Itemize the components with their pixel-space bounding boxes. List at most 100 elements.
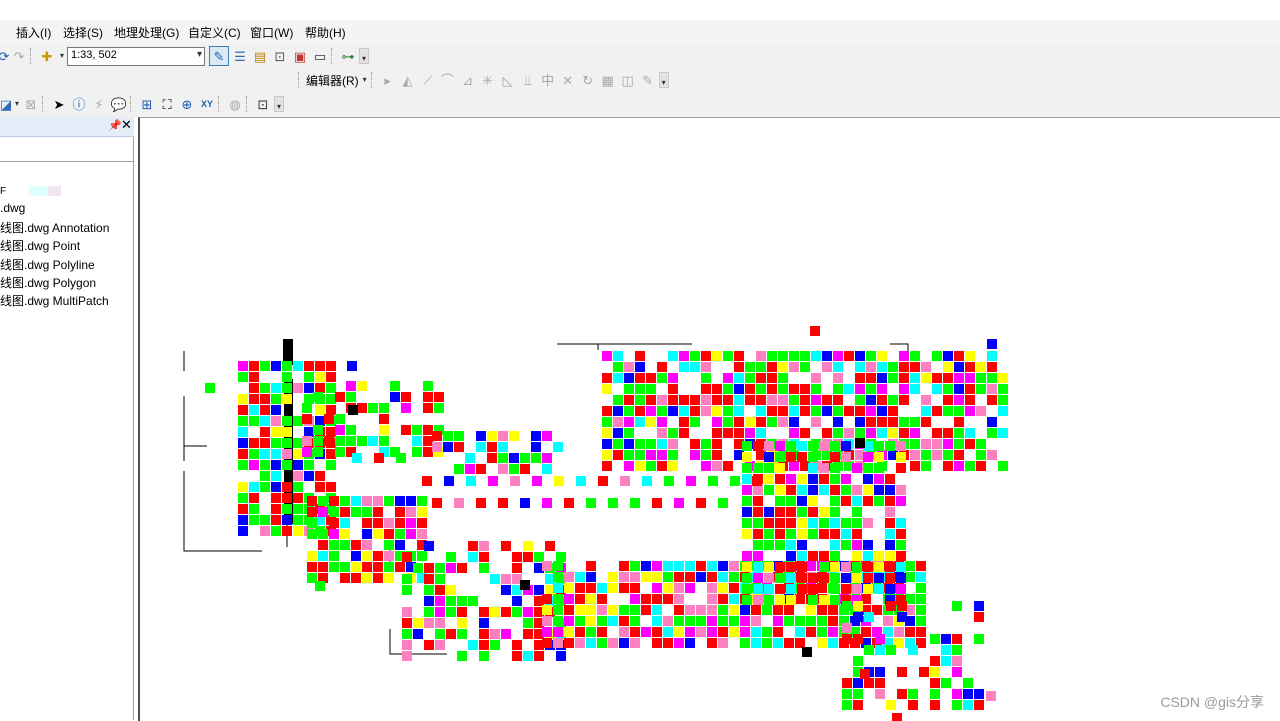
model-builder-icon[interactable]: ⊶ [339,47,357,65]
menu-insert[interactable]: 插入(I) [16,24,51,41]
dwg-polygon-cell [841,529,851,539]
toc-layer-item[interactable]: F [0,183,62,197]
go-to-xy-icon[interactable]: XY [198,95,216,113]
create-features-icon[interactable]: ✎ [639,71,657,89]
catalog-icon[interactable]: ▤ [251,47,269,65]
straight-segment-icon[interactable]: ⟋ [419,71,437,89]
edit-annotation-icon[interactable]: ◭ [399,71,417,89]
dwg-polygon-cell [302,403,312,413]
find-route-icon[interactable]: ⊕ [178,95,196,113]
menu-customize[interactable]: 自定义(C) [188,24,241,41]
toolbar-overflow-icon[interactable]: ▾ [658,72,669,88]
magnifier-icon[interactable]: ⊡ [254,95,272,113]
toc-layer-item[interactable]: 线图.dwg MultiPatch [0,292,109,309]
editor-toolbar-icon[interactable]: ✎ [209,46,229,66]
editor-menu[interactable]: 编辑器(R) [306,72,359,89]
select-elements-icon[interactable]: ➤ [50,95,68,113]
dwg-polygon-cell [852,518,862,528]
trace-icon[interactable]: ⊿ [459,71,477,89]
menu-window[interactable]: 窗口(W) [250,24,293,41]
toc-layer-item[interactable]: 线图.dwg Polygon [0,274,96,291]
dwg-polygon-cell [313,392,323,402]
map-display[interactable] [138,117,1280,721]
html-popup-icon[interactable]: 💬 [110,95,128,113]
toc-layer-item[interactable]: 线图.dwg Point [0,237,80,254]
dwg-polygon-cell [652,498,662,508]
toolbar-overflow-icon[interactable]: ▾ [359,48,369,64]
chevron-down-icon[interactable]: ▾ [361,71,369,89]
dwg-polygon-cell [729,583,739,593]
dwg-polygon-cell [329,496,339,506]
toc-layer-item[interactable]: 线图.dwg Annotation [0,219,109,236]
toolbar-grip[interactable] [246,96,250,112]
measure-icon[interactable]: ⊞ [138,95,156,113]
sketch-properties-icon[interactable]: ◫ [619,71,637,89]
cut-polygon-icon[interactable]: 中 [539,71,557,89]
dwg-polygon-cell [674,594,684,604]
toolbar-grip[interactable] [298,72,302,88]
split-icon[interactable]: ✕ [559,71,577,89]
dwg-polygon-cell [797,551,807,561]
select-by-rectangle-icon[interactable]: ◪ [0,95,12,113]
toolbar-grip[interactable] [42,96,46,112]
find-icon[interactable]: ⛶ [158,95,176,113]
chevron-down-icon[interactable]: ▾ [197,49,202,60]
add-data-icon[interactable]: ✚ [38,47,56,65]
dwg-polygon-cell [260,383,270,393]
menu-geoprocessing[interactable]: 地理处理(G) [114,24,179,41]
toolbar-grip[interactable] [30,48,34,64]
dwg-polygon-cell [811,373,821,383]
dwg-polygon-cell [520,498,530,508]
dwg-polygon-cell [598,476,608,486]
reshape-icon[interactable]: ⫫ [519,71,537,89]
search-window-icon[interactable]: ⊡ [271,47,289,65]
dwg-polygon-cell [690,395,700,405]
edit-tool-icon[interactable]: ▸ [379,71,397,89]
undo-icon[interactable]: ⟳ [0,47,9,65]
toolbar-grip[interactable] [331,48,335,64]
chevron-down-icon[interactable]: ▾ [58,47,66,65]
menu-selection[interactable]: 选择(S) [63,24,103,41]
toc-layer-item[interactable]: .dwg [0,201,25,215]
redo-icon[interactable]: ↷ [10,47,28,65]
chevron-down-icon[interactable]: ▾ [14,95,20,113]
toc-window-icon[interactable]: ☰ [231,47,249,65]
hyperlink-icon[interactable]: ⚡ [90,95,108,113]
time-slider-icon[interactable]: ◍ [226,95,244,113]
edit-vertices-icon[interactable]: ◺ [499,71,517,89]
dwg-polygon-cell [553,638,563,648]
point-icon[interactable]: ✳ [479,71,497,89]
end-point-arc-icon[interactable]: ⌒ [439,71,457,89]
dwg-polygon-cell [329,507,339,517]
dwg-polygon-cell [465,464,475,474]
menu-help[interactable]: 帮助(H) [305,24,346,41]
toolbar-grip[interactable] [130,96,134,112]
dwg-polygon-cell [789,417,799,427]
close-icon[interactable]: ✕ [121,117,132,133]
dwg-polygon-cell [819,463,829,473]
toolbar-overflow-icon[interactable]: ▾ [274,96,284,112]
dwg-polygon-cell [417,529,427,539]
toolbar-grip[interactable] [218,96,222,112]
dwg-polygon-cell [729,616,739,626]
identify-icon[interactable]: ⓘ [70,95,88,113]
clear-selection-icon[interactable]: ⊠ [22,95,40,113]
dwg-polygon-cell [822,351,832,361]
arctoolbox-icon[interactable]: ▣ [291,47,309,65]
dwg-polygon-cell [542,464,552,474]
dwg-polygon-cell [833,351,843,361]
dwg-polygon-cell [498,464,508,474]
map-scale-combo[interactable]: 1:33, 502 ▾ [67,47,205,66]
dwg-polygon-cell [830,518,840,528]
python-icon[interactable]: ▭ [311,47,329,65]
attributes-icon[interactable]: ▦ [599,71,617,89]
dwg-polygon-cell [696,572,706,582]
dwg-polygon-cell [764,573,774,583]
toc-layer-item[interactable]: 线图.dwg Polyline [0,256,95,273]
dwg-polygon-cell [819,518,829,528]
rotate-icon[interactable]: ↻ [579,71,597,89]
toolbar-grip[interactable] [370,72,375,88]
dwg-polygon-cell [271,493,281,503]
pin-icon[interactable]: 📌 [108,119,122,132]
dwg-polygon-cell [954,362,964,372]
